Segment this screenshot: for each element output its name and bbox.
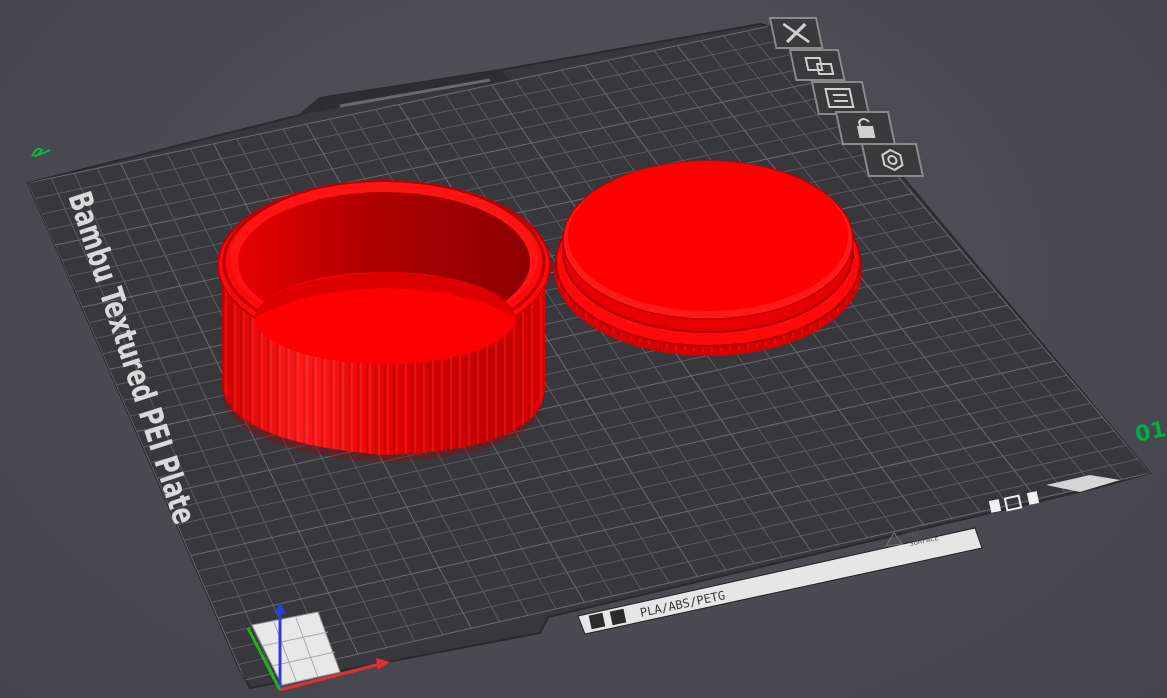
3d-viewport[interactable]: Bambu Textured PEI Plate PLA/ABS/PETG HO… [0, 0, 1167, 698]
plate-settings-button[interactable] [860, 143, 925, 177]
orient-plate-button[interactable] [810, 81, 871, 115]
arrange-plate-button[interactable] [788, 49, 846, 81]
container-body-object[interactable] [217, 180, 551, 462]
close-plate-button[interactable] [768, 17, 824, 49]
container-lid-object[interactable] [554, 160, 862, 356]
lock-plate-button[interactable] [834, 111, 897, 145]
build-plate[interactable]: Bambu Textured PEI Plate PLA/ABS/PETG HO… [26, 22, 1167, 690]
edit-plate-name-icon[interactable] [31, 147, 51, 157]
plate-number-label: 01 [1133, 417, 1167, 448]
